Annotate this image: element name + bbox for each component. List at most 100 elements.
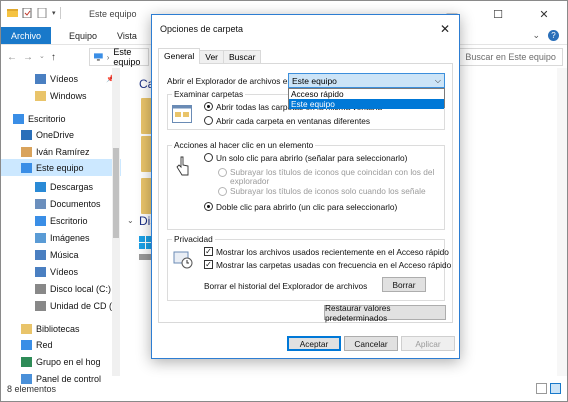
explorer-window-title: Este equipo xyxy=(89,9,137,19)
ribbon-tab-archivo[interactable]: Archivo xyxy=(1,27,52,44)
sidebar-item-label: Disco local (C:) xyxy=(50,283,112,294)
maximize-button[interactable]: ☐ xyxy=(475,1,521,27)
nav-scroll-thumb[interactable] xyxy=(113,148,119,238)
computer-icon xyxy=(94,53,103,61)
sidebar-item-label: Documentos xyxy=(50,198,101,209)
cd-drive-icon xyxy=(35,300,46,311)
radio-single-click[interactable] xyxy=(204,153,213,162)
sidebar-item-label: Imágenes xyxy=(50,232,90,243)
dialog-tabs: General Ver Buscar xyxy=(158,48,262,64)
collapse-chevron-icon[interactable]: ⌄ xyxy=(127,216,134,225)
sidebar-item[interactable]: Windows xyxy=(1,87,121,104)
details-view-icon[interactable] xyxy=(536,383,547,394)
sidebar-item-label: Vídeos xyxy=(50,266,79,277)
cancel-button[interactable]: Cancelar xyxy=(344,336,398,351)
radio-same-window[interactable] xyxy=(204,102,213,111)
sidebar-item[interactable]: Vídeos xyxy=(1,263,121,280)
close-button[interactable]: ✕ xyxy=(521,1,567,27)
checkbox-frequent-folders-label[interactable]: Mostrar las carpetas usadas con frecuenc… xyxy=(216,260,451,270)
sidebar-item[interactable]: Grupo en el hog xyxy=(1,353,121,370)
sidebar-item[interactable]: Unidad de CD ( xyxy=(1,297,121,314)
clear-history-label: Borrar el historial del Explorador de ar… xyxy=(204,281,368,291)
apply-button[interactable]: Aplicar xyxy=(401,336,455,351)
restore-defaults-button[interactable]: Restaurar valores predeterminados xyxy=(324,303,446,323)
tab-buscar[interactable]: Buscar xyxy=(223,50,262,64)
ribbon-tab-equipo[interactable]: Equipo xyxy=(59,27,107,44)
radio-new-window[interactable] xyxy=(204,116,213,125)
sidebar-item-label: Windows xyxy=(50,90,87,101)
sidebar-item[interactable]: Música xyxy=(1,246,121,263)
large-icons-view-icon[interactable] xyxy=(550,383,561,394)
dialog-close-button[interactable]: ✕ xyxy=(431,15,459,43)
sidebar-item[interactable]: Documentos xyxy=(1,195,121,212)
network-icon xyxy=(21,339,32,350)
checkbox-recent-files-label[interactable]: Mostrar los archivos usados recientement… xyxy=(216,247,449,257)
nav-pane-scrollbar[interactable] xyxy=(112,68,120,376)
library-icon xyxy=(21,323,32,334)
dropdown-option-este-equipo[interactable]: Este equipo xyxy=(289,99,444,109)
radio-underline-browser-label-2: explorador xyxy=(230,176,270,186)
help-icon[interactable]: ? xyxy=(548,30,559,41)
homegroup-icon xyxy=(21,356,32,367)
computer-icon xyxy=(21,162,32,173)
radio-double-click-label[interactable]: Doble clic para abrirlo (un clic para se… xyxy=(216,202,397,212)
up-arrow-icon[interactable]: ↑ xyxy=(51,52,56,63)
dropdown-option-acceso-rapido[interactable]: Acceso rápido xyxy=(289,89,444,99)
explorer-app-icon xyxy=(7,9,18,17)
address-bar[interactable]: › Este equipo xyxy=(89,47,149,67)
sidebar-item[interactable]: Escritorio xyxy=(1,212,121,229)
quick-access-toolbar: ▾ xyxy=(7,7,61,19)
radio-underline-on-point[interactable] xyxy=(218,187,227,196)
pictures-icon xyxy=(35,232,46,243)
tab-general[interactable]: General xyxy=(158,48,201,64)
music-icon xyxy=(35,249,46,260)
sidebar-item[interactable]: Imágenes xyxy=(1,229,121,246)
search-box[interactable]: ⚲ Buscar en Este equipo xyxy=(447,48,563,66)
radio-underline-browser[interactable] xyxy=(218,168,227,177)
forward-arrow-icon[interactable]: → xyxy=(23,52,33,63)
ribbon-tab-vista[interactable]: Vista xyxy=(107,27,147,44)
radio-underline-on-point-label[interactable]: Subrayar los títulos de iconos solo cuan… xyxy=(230,186,426,196)
sidebar-item-label: OneDrive xyxy=(36,129,75,140)
qat-dropdown-icon[interactable]: ▾ xyxy=(52,9,56,17)
radio-single-click-label[interactable]: Un solo clic para abrirlo (señalar para … xyxy=(216,153,407,163)
radio-double-click[interactable] xyxy=(204,202,213,211)
clear-history-button[interactable]: Borrar xyxy=(382,277,426,292)
onedrive-icon xyxy=(21,129,32,140)
privacy-group: Privacidad ✓ Mostrar los archivos usados… xyxy=(167,234,451,301)
status-bar: 8 elementos xyxy=(1,376,567,401)
drive-icon xyxy=(35,283,46,294)
sidebar-item[interactable]: Este equipo xyxy=(1,159,121,176)
properties-icon[interactable] xyxy=(22,8,33,18)
folder-options-dialog: Opciones de carpeta ✕ General Ver Buscar… xyxy=(151,14,460,359)
open-explorer-combobox[interactable]: Este equipo ⌵ xyxy=(288,73,445,88)
sidebar-item-label: Música xyxy=(50,249,79,260)
sidebar-item[interactable]: Bibliotecas xyxy=(1,320,121,337)
new-folder-icon[interactable] xyxy=(37,8,48,18)
sidebar-item[interactable]: Iván Ramírez xyxy=(1,143,121,160)
open-explorer-label: Abrir el Explorador de archivos en: xyxy=(167,76,295,86)
sidebar-item[interactable]: Disco local (C:) xyxy=(1,280,121,297)
address-text: Este equipo xyxy=(113,47,141,67)
dialog-titlebar: Opciones de carpeta xyxy=(152,15,459,43)
checkbox-recent-files[interactable]: ✓ xyxy=(204,247,213,256)
ok-button[interactable]: Aceptar xyxy=(287,336,341,351)
sidebar-item[interactable]: Red xyxy=(1,336,121,353)
checkbox-frequent-folders[interactable]: ✓ xyxy=(204,260,213,269)
chevron-down-icon: ⌵ xyxy=(434,76,441,85)
content-scrollbar[interactable] xyxy=(557,68,567,376)
sidebar-item[interactable]: Escritorio xyxy=(1,110,121,127)
expand-ribbon-icon[interactable]: ⌄ xyxy=(532,30,540,41)
sidebar-item-label: Red xyxy=(36,339,53,350)
tab-ver[interactable]: Ver xyxy=(199,50,225,64)
recent-locations-icon[interactable]: ⌄ xyxy=(39,52,45,63)
radio-new-window-label[interactable]: Abrir cada carpeta en ventanas diferente… xyxy=(216,116,370,126)
sidebar-item-label: Iván Ramírez xyxy=(36,146,90,157)
sidebar-item[interactable]: Descargas xyxy=(1,178,121,195)
open-explorer-dropdown: Acceso rápido Este equipo xyxy=(288,88,445,109)
dialog-title: Opciones de carpeta xyxy=(160,24,244,34)
sidebar-item[interactable]: OneDrive xyxy=(1,126,121,143)
address-chevron-icon[interactable]: › xyxy=(107,53,110,62)
sidebar-item[interactable]: Vídeos 📌 xyxy=(1,70,121,87)
back-arrow-icon[interactable]: ← xyxy=(7,52,17,63)
